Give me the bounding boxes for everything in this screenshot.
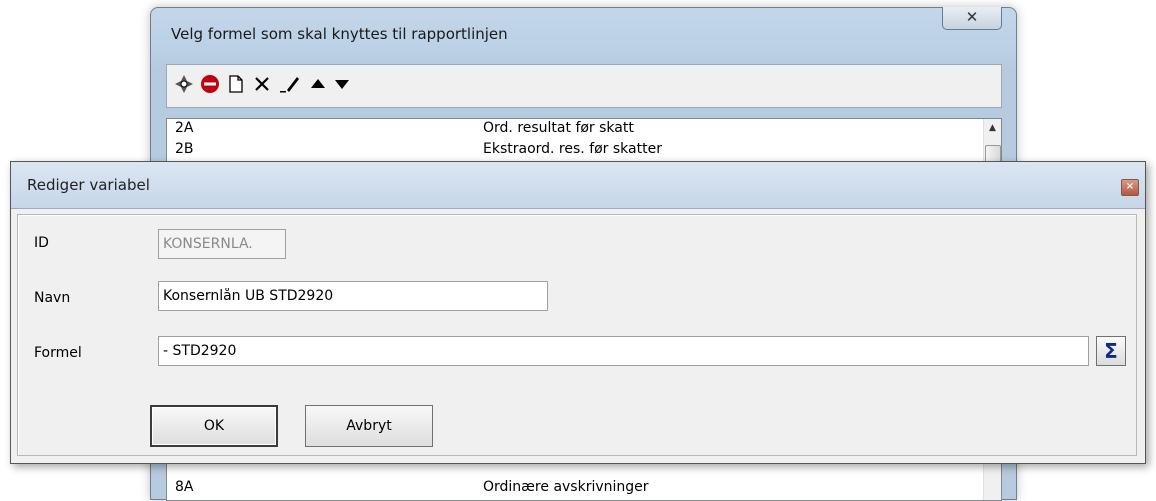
edit-variable-dialog: Rediger variabel × ID Navn Formel Σ OK A… bbox=[10, 161, 1146, 464]
crosshair-icon[interactable] bbox=[173, 73, 195, 95]
formula-field[interactable] bbox=[158, 336, 1089, 366]
cancel-button[interactable]: Avbryt bbox=[305, 405, 433, 447]
list-item-code: 2A bbox=[175, 120, 194, 136]
toolbar bbox=[166, 64, 1002, 108]
scroll-up-arrow-icon[interactable]: ▲ bbox=[984, 123, 1001, 133]
list-item[interactable]: 8A Ordinære avskrivninger bbox=[167, 479, 967, 497]
sigma-icon: Σ bbox=[1104, 339, 1118, 363]
move-down-icon[interactable] bbox=[331, 73, 353, 95]
stop-icon[interactable] bbox=[199, 73, 221, 95]
edit-pencil-icon[interactable] bbox=[279, 73, 301, 95]
list-item-description: Ord. resultat før skatt bbox=[483, 120, 634, 136]
close-icon: × bbox=[1125, 181, 1135, 192]
formula-label: Formel bbox=[34, 345, 82, 361]
list-item-code: 2B bbox=[175, 141, 194, 157]
id-label: ID bbox=[34, 235, 49, 251]
list-item-description: Ordinære avskrivninger bbox=[483, 479, 649, 495]
move-up-icon[interactable] bbox=[307, 73, 329, 95]
list-item-description: Ekstraord. res. før skatter bbox=[483, 141, 662, 157]
name-label: Navn bbox=[34, 290, 71, 306]
formula-builder-button[interactable]: Σ bbox=[1096, 336, 1126, 366]
close-icon: ✕ bbox=[965, 8, 979, 26]
dialog-close-button[interactable]: × bbox=[1121, 179, 1139, 196]
close-button[interactable]: ✕ bbox=[942, 7, 1002, 30]
name-field[interactable] bbox=[158, 281, 548, 311]
list-item[interactable]: 2A Ord. resultat før skatt bbox=[167, 120, 967, 138]
delete-icon[interactable] bbox=[251, 73, 273, 95]
formula-picker-title: Velg formel som skal knyttes til rapport… bbox=[171, 25, 508, 43]
dialog-title: Rediger variabel bbox=[27, 176, 150, 194]
id-field bbox=[158, 229, 286, 259]
list-item[interactable]: 2B Ekstraord. res. før skatter bbox=[167, 141, 967, 159]
ok-button[interactable]: OK bbox=[150, 405, 278, 447]
dialog-titlebar: Rediger variabel × bbox=[11, 162, 1145, 209]
list-item-code: 8A bbox=[175, 479, 194, 495]
new-document-icon[interactable] bbox=[225, 73, 247, 95]
